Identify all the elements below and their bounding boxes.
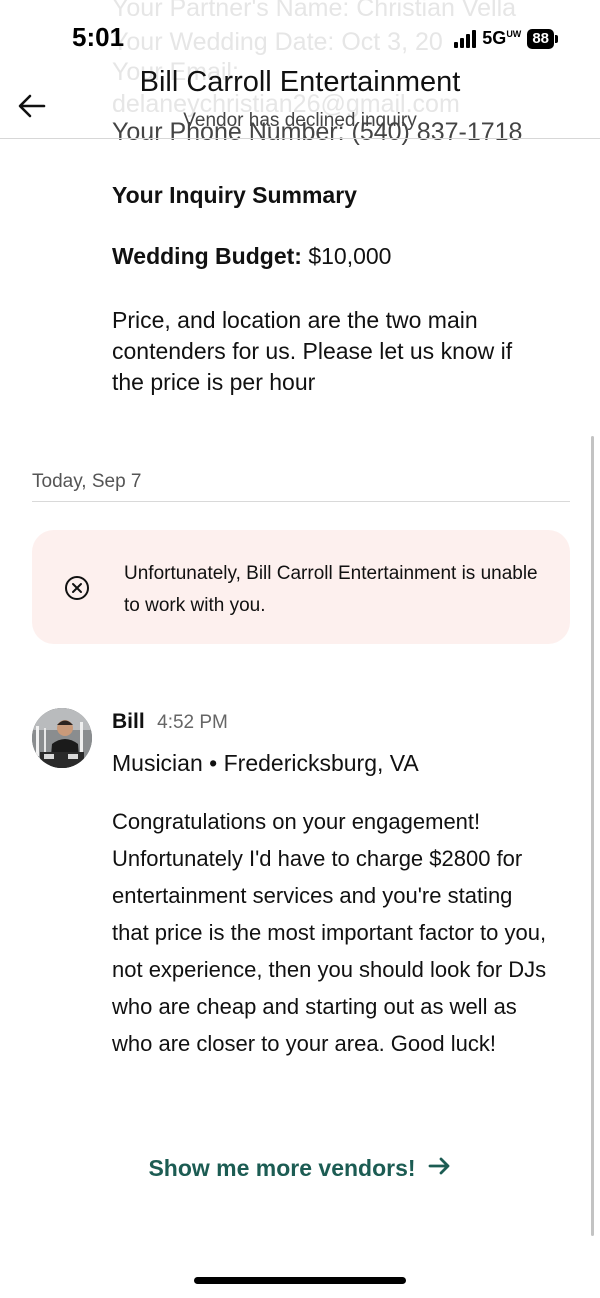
header-divider — [0, 138, 600, 139]
sender-role: Musician — [112, 750, 203, 776]
home-indicator[interactable] — [194, 1277, 406, 1284]
wedding-budget: Wedding Budget: $10,000 — [112, 243, 391, 270]
date-separator-label: Today, Sep 7 — [32, 471, 142, 492]
inquiry-summary-heading: Your Inquiry Summary — [112, 182, 357, 208]
avatar[interactable] — [32, 708, 92, 768]
inquiry-message: Price, and location are the two main con… — [112, 307, 513, 395]
battery-icon: 88 — [527, 28, 558, 49]
sender-details: Musician • Fredericksburg, VA — [112, 750, 419, 777]
wedding-budget-value: $10,000 — [308, 243, 392, 269]
message-body: Congratulations on your engagement! Unfo… — [112, 809, 547, 1056]
arrow-right-icon — [428, 1155, 452, 1182]
x-circle-icon — [64, 575, 90, 601]
show-more-vendors-label: Show me more vendors! — [148, 1155, 416, 1181]
partner-name-line: Your Partner's Name: Christian Vella — [112, 0, 517, 22]
bullet-separator: • — [209, 750, 218, 776]
wedding-date-line: Your Wedding Date: Oct 3, 20 — [112, 28, 443, 56]
show-more-vendors-link[interactable]: Show me more vendors! — [0, 1155, 600, 1182]
battery-level: 88 — [527, 28, 554, 49]
wedding-budget-label: Wedding Budget: — [112, 243, 302, 269]
sender-location: Fredericksburg, VA — [223, 750, 419, 776]
scrollbar[interactable] — [591, 436, 594, 1236]
message-header: Bill 4:52 PM — [112, 710, 228, 734]
page-title: Bill Carroll Entertainment — [139, 66, 461, 98]
inquiry-status: Vendor has declined inquiry — [183, 110, 417, 131]
status-time: 5:01 — [72, 22, 125, 52]
date-divider — [32, 501, 570, 502]
decline-notice: Unfortunately, Bill Carroll Entertainmen… — [32, 530, 570, 644]
decline-notice-text: Unfortunately, Bill Carroll Entertainmen… — [124, 563, 538, 616]
cellular-signal-icon — [454, 29, 477, 48]
network-type: 5GUW — [482, 28, 522, 48]
message-time: 4:52 PM — [157, 712, 228, 733]
status-indicators: 5GUW 88 — [454, 28, 558, 49]
sender-name: Bill — [112, 710, 145, 733]
